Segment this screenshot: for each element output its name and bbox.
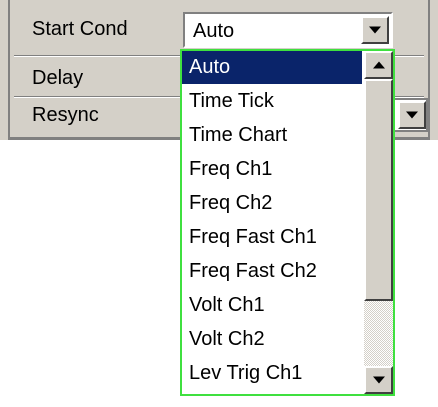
dropdown-options: Auto Time Tick Time Chart Freq Ch1 Freq … bbox=[182, 51, 362, 394]
scroll-down-button[interactable] bbox=[364, 366, 393, 394]
panel-left-border bbox=[0, 0, 10, 140]
combo-value: Auto bbox=[193, 20, 235, 42]
resync-label: Resync bbox=[32, 104, 99, 126]
scroll-up-button[interactable] bbox=[364, 51, 393, 79]
dropdown-option-freq-ch2[interactable]: Freq Ch2 bbox=[182, 187, 362, 220]
scrollbar-thumb[interactable] bbox=[364, 79, 393, 301]
dropdown-option-freq-fast-ch1[interactable]: Freq Fast Ch1 bbox=[182, 221, 362, 254]
dropdown-option-time-tick[interactable]: Time Tick bbox=[182, 85, 362, 118]
dropdown-option-lev-trig-ch1[interactable]: Lev Trig Ch1 bbox=[182, 357, 362, 390]
dropdown-option-time-chart[interactable]: Time Chart bbox=[182, 119, 362, 152]
start-cond-dropdown-list[interactable]: Auto Time Tick Time Chart Freq Ch1 Freq … bbox=[180, 49, 395, 396]
start-cond-label: Start Cond bbox=[32, 18, 128, 40]
delay-label: Delay bbox=[32, 67, 84, 89]
resync-dropdown-button[interactable] bbox=[398, 101, 426, 129]
dropdown-scrollbar[interactable] bbox=[364, 51, 393, 394]
dropdown-option-auto[interactable]: Auto bbox=[182, 51, 362, 84]
dropdown-option-freq-fast-ch2[interactable]: Freq Fast Ch2 bbox=[182, 255, 362, 288]
start-cond-combobox[interactable]: Auto bbox=[183, 12, 393, 48]
panel-right-border bbox=[428, 0, 438, 140]
dropdown-option-volt-ch2[interactable]: Volt Ch2 bbox=[182, 323, 362, 356]
combo-dropdown-button[interactable] bbox=[361, 16, 389, 44]
dropdown-option-freq-ch1[interactable]: Freq Ch1 bbox=[182, 153, 362, 186]
dropdown-option-volt-ch1[interactable]: Volt Ch1 bbox=[182, 289, 362, 322]
